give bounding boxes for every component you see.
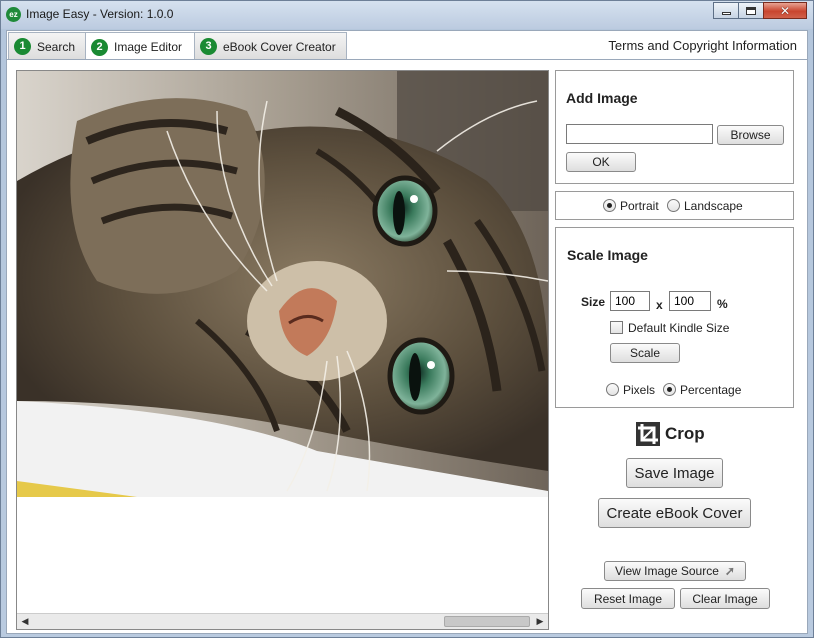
- portrait-radio[interactable]: [603, 199, 616, 212]
- window-controls: ✕: [713, 2, 807, 19]
- add-image-heading: Add Image: [566, 90, 638, 106]
- step-3-icon: 3: [200, 38, 217, 55]
- image-canvas[interactable]: ◀ ▶: [16, 70, 549, 630]
- cat-photo: [17, 71, 548, 497]
- view-image-source-button[interactable]: View Image Source ➚: [604, 561, 746, 581]
- orientation-panel: Portrait Landscape: [555, 191, 794, 220]
- main-panel: ◀ ▶ Add Image Browse OK Portrait Landsca…: [6, 59, 808, 634]
- close-icon: ✕: [779, 3, 791, 18]
- save-image-button[interactable]: Save Image: [626, 458, 723, 488]
- external-link-icon: ➚: [724, 564, 735, 578]
- percentage-radio[interactable]: [663, 383, 676, 396]
- scale-image-panel: Scale Image Size x % Default Kindle Size…: [555, 227, 794, 408]
- scroll-left-icon[interactable]: ◀: [17, 614, 33, 629]
- reset-image-button[interactable]: Reset Image: [581, 588, 675, 609]
- scroll-right-icon[interactable]: ▶: [532, 614, 548, 629]
- crop-label: Crop: [665, 424, 705, 443]
- window-title: Image Easy - Version: 1.0.0: [26, 7, 174, 21]
- maximize-icon: [746, 6, 756, 15]
- step-1-icon: 1: [14, 38, 31, 55]
- percentage-label: Percentage: [680, 383, 742, 397]
- default-kindle-option[interactable]: Default Kindle Size: [610, 321, 729, 335]
- app-window: ez Image Easy - Version: 1.0.0 ✕ 1 Searc…: [0, 0, 814, 638]
- default-kindle-checkbox[interactable]: [610, 321, 623, 334]
- unit-label: %: [717, 297, 728, 311]
- scale-button[interactable]: Scale: [610, 343, 680, 363]
- x-label: x: [656, 298, 663, 312]
- tab-bar: 1 Search 2 Image Editor 3 eBook Cover Cr…: [6, 30, 808, 61]
- image-path-input[interactable]: [566, 124, 713, 144]
- tab-label: Image Editor: [114, 40, 183, 54]
- step-2-icon: 2: [91, 38, 108, 56]
- minimize-button[interactable]: [713, 2, 739, 19]
- terms-link[interactable]: Terms and Copyright Information: [608, 38, 797, 53]
- scrollbar-thumb[interactable]: [444, 616, 530, 627]
- crop-button[interactable]: Crop: [636, 422, 705, 446]
- pixels-label: Pixels: [623, 383, 656, 397]
- close-button[interactable]: ✕: [763, 2, 807, 19]
- ok-button[interactable]: OK: [566, 152, 636, 172]
- landscape-label: Landscape: [684, 199, 743, 213]
- width-input[interactable]: [610, 291, 650, 311]
- app-logo-icon: ez: [6, 7, 21, 22]
- percentage-option[interactable]: Percentage: [663, 383, 741, 397]
- title-bar[interactable]: ez Image Easy - Version: 1.0.0 ✕: [1, 1, 813, 29]
- browse-button[interactable]: Browse: [717, 125, 784, 145]
- minimize-icon: [721, 12, 731, 15]
- portrait-option[interactable]: Portrait: [603, 199, 659, 213]
- tab-label: eBook Cover Creator: [223, 39, 336, 54]
- tab-ebook-cover-creator[interactable]: 3 eBook Cover Creator: [194, 32, 347, 60]
- tab-search[interactable]: 1 Search: [8, 32, 86, 60]
- size-label: Size: [581, 295, 606, 309]
- horizontal-scrollbar[interactable]: ◀ ▶: [17, 613, 548, 629]
- pixels-radio[interactable]: [606, 383, 619, 396]
- create-ebook-cover-button[interactable]: Create eBook Cover: [598, 498, 751, 528]
- default-kindle-label: Default Kindle Size: [628, 321, 730, 335]
- landscape-radio[interactable]: [667, 199, 680, 212]
- cat-photo-image: [17, 71, 548, 497]
- landscape-option[interactable]: Landscape: [667, 199, 743, 213]
- clear-image-button[interactable]: Clear Image: [680, 588, 770, 609]
- tab-image-editor[interactable]: 2 Image Editor: [85, 32, 195, 61]
- scale-image-heading: Scale Image: [567, 247, 648, 263]
- add-image-panel: Add Image Browse OK: [555, 70, 794, 184]
- height-input[interactable]: [669, 291, 711, 311]
- pixels-option[interactable]: Pixels: [606, 383, 655, 397]
- portrait-label: Portrait: [620, 199, 659, 213]
- crop-icon: [636, 422, 660, 446]
- maximize-button[interactable]: [738, 2, 764, 19]
- view-image-source-label: View Image Source: [615, 564, 719, 578]
- tab-label: Search: [37, 39, 76, 54]
